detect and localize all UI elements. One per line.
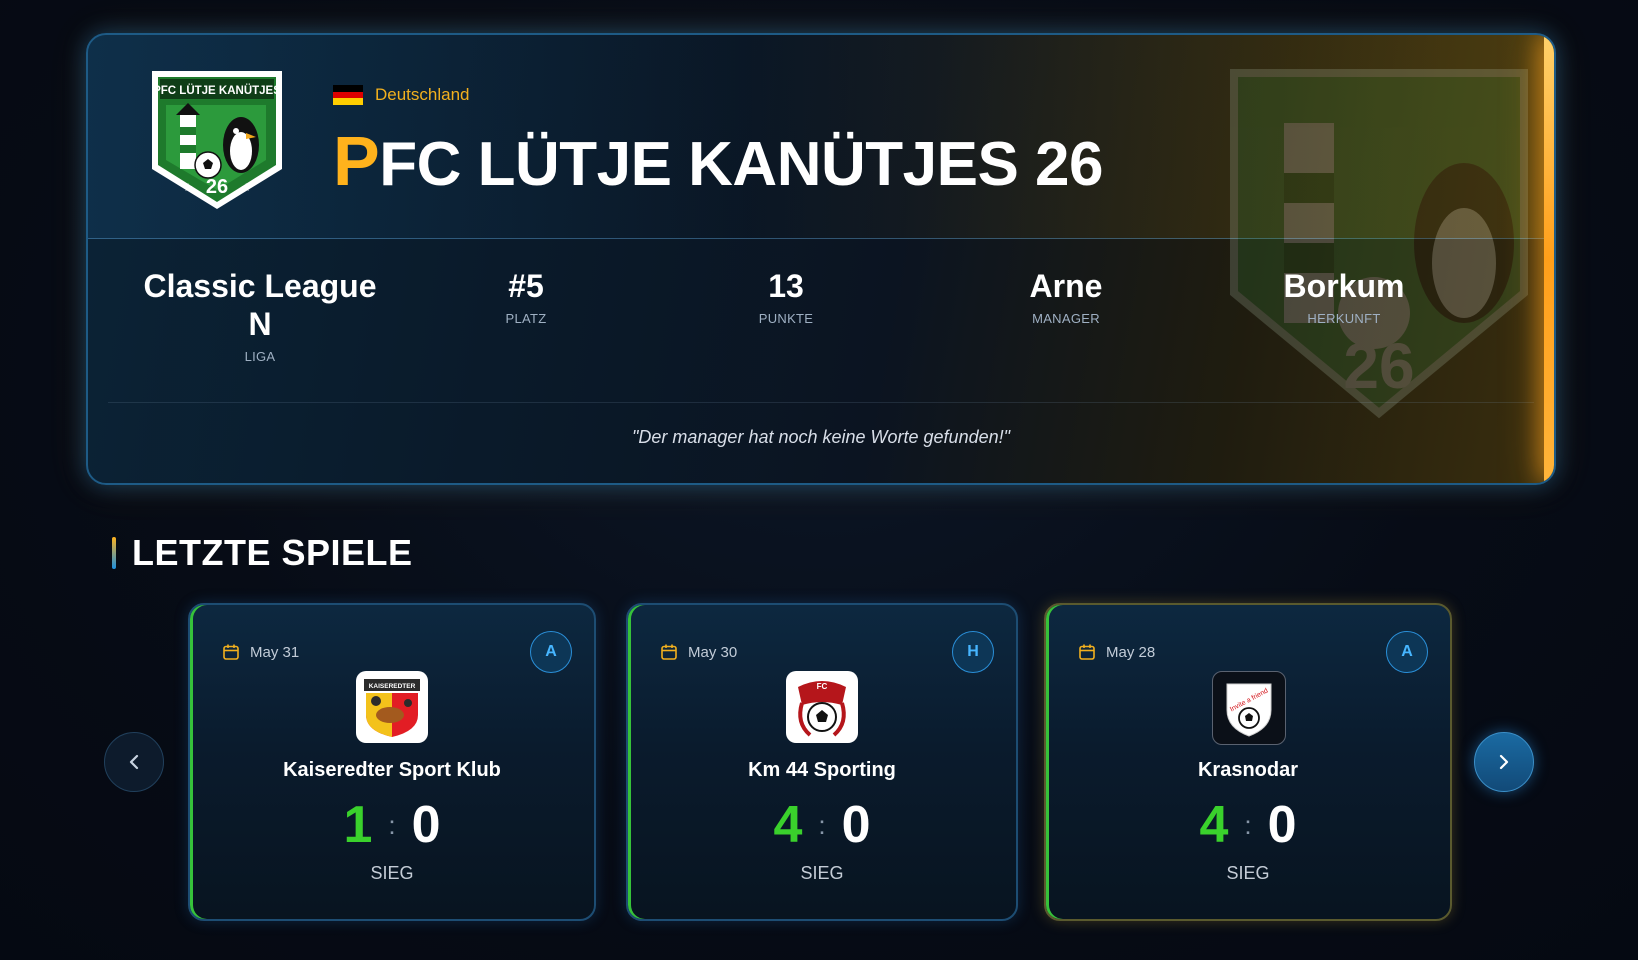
match-score: 4 : 0 bbox=[1046, 795, 1450, 855]
match-result: SIEG bbox=[1226, 863, 1270, 883]
crest-number: 26 bbox=[206, 176, 228, 198]
team-name-first-letter: P bbox=[333, 122, 380, 200]
match-header: May 31 A bbox=[222, 631, 572, 673]
match-header: May 30 H bbox=[660, 631, 994, 673]
carousel-next-button[interactable] bbox=[1474, 732, 1534, 792]
team-country: Deutschland bbox=[333, 85, 470, 106]
match-card[interactable]: May 30 H FC Km 44 Sporting 4 : 0 SIEG bbox=[626, 603, 1018, 921]
match-card[interactable]: May 28 A Invite a friend Krasnodar 4 : 0… bbox=[1044, 603, 1452, 921]
stat-value: Borkum bbox=[1283, 268, 1405, 304]
score-opponent: 0 bbox=[841, 796, 871, 854]
stat-herkunft: Borkum HERKUNFT bbox=[1244, 267, 1444, 326]
score-own: 4 bbox=[773, 796, 803, 854]
match-date-text: May 28 bbox=[1106, 643, 1156, 661]
stat-value: #5 bbox=[508, 268, 544, 304]
opponent-logo: Invite a friend bbox=[1212, 671, 1286, 745]
country-name: Deutschland bbox=[375, 85, 470, 104]
kaiseredter-logo-text: KAISEREDTER bbox=[369, 683, 416, 690]
krasnodar-crest-icon: Invite a friend bbox=[1226, 683, 1272, 737]
section-accent-bar bbox=[112, 537, 116, 569]
stat-manager: Arne MANAGER bbox=[976, 267, 1156, 326]
match-result: SIEG bbox=[370, 863, 414, 883]
team-name-rest: FC LÜTJE KANÜTJES 26 bbox=[379, 130, 1104, 199]
opponent-logo: KAISEREDTER bbox=[356, 671, 428, 743]
score-own: 1 bbox=[343, 796, 373, 854]
score-separator: : bbox=[1244, 809, 1252, 840]
stat-punkte: 13 PUNKTE bbox=[716, 267, 856, 326]
section-title: LETZTE SPIELE bbox=[112, 532, 413, 574]
match-date: May 31 bbox=[222, 643, 299, 661]
kaiseredter-crest-icon: KAISEREDTER bbox=[364, 679, 420, 737]
venue-badge: H bbox=[952, 631, 994, 673]
score-own: 4 bbox=[1199, 796, 1229, 854]
calendar-icon bbox=[1079, 644, 1095, 660]
stat-label: LIGA bbox=[244, 349, 276, 364]
score-opponent: 0 bbox=[411, 796, 441, 854]
team-card: 26 PFC LÜTJE KANÜTJES 26 ★ ★ Deutschland… bbox=[86, 33, 1556, 485]
stat-label: PUNKTE bbox=[758, 311, 814, 326]
calendar-icon bbox=[223, 644, 239, 660]
svg-text:★: ★ bbox=[241, 181, 251, 194]
score-separator: : bbox=[388, 809, 396, 840]
opponent-name: Krasnodar bbox=[1197, 759, 1299, 781]
score-opponent: 0 bbox=[1267, 796, 1297, 854]
venue-badge: A bbox=[1386, 631, 1428, 673]
chevron-right-icon bbox=[1499, 754, 1509, 770]
match-score: 1 : 0 bbox=[190, 795, 594, 855]
match-date-text: May 30 bbox=[688, 643, 738, 661]
opponent-name: Kaiseredter Sport Klub bbox=[283, 759, 501, 781]
team-crest-icon: PFC LÜTJE KANÜTJES 26 ★ ★ bbox=[152, 71, 282, 209]
germany-flag-icon bbox=[333, 85, 363, 106]
match-date-text: May 31 bbox=[250, 643, 300, 661]
stat-label: HERKUNFT bbox=[1307, 311, 1381, 326]
opponent-name: Km 44 Sporting bbox=[748, 759, 896, 781]
stat-liga: Classic League N LIGA bbox=[140, 267, 380, 364]
score-separator: : bbox=[818, 809, 826, 840]
match-date: May 28 bbox=[1078, 643, 1155, 661]
match-header: May 28 A bbox=[1078, 631, 1428, 673]
team-name: PFC LÜTJE KANÜTJES 26 bbox=[333, 121, 1104, 201]
stat-label: MANAGER bbox=[1032, 311, 1100, 326]
stat-platz: #5 PLATZ bbox=[456, 267, 596, 326]
km44-crest-icon: FC bbox=[798, 681, 846, 737]
km44-logo-text: FC bbox=[817, 682, 828, 691]
match-card[interactable]: May 31 A KAISEREDTER Kaiseredter Sport K… bbox=[188, 603, 596, 921]
calendar-icon bbox=[661, 644, 677, 660]
manager-quote: "Der manager hat noch keine Worte gefund… bbox=[632, 427, 1010, 447]
crest-text: PFC LÜTJE KANÜTJES bbox=[153, 84, 281, 97]
svg-text:★: ★ bbox=[183, 181, 193, 194]
carousel-prev-button[interactable] bbox=[104, 732, 164, 792]
match-score: 4 : 0 bbox=[628, 795, 1016, 855]
team-stats: Classic League N LIGA #5 PLATZ 13 PUNKTE… bbox=[88, 267, 1554, 387]
match-result: SIEG bbox=[800, 863, 844, 883]
stat-value: 13 bbox=[768, 268, 804, 304]
venue-badge: A bbox=[530, 631, 572, 673]
section-title-text: LETZTE SPIELE bbox=[132, 532, 413, 573]
stat-value: Arne bbox=[1029, 268, 1103, 304]
match-date: May 30 bbox=[660, 643, 737, 661]
stat-value: Classic League N bbox=[143, 268, 377, 342]
chevron-left-icon bbox=[129, 754, 139, 770]
opponent-logo: FC bbox=[786, 671, 858, 743]
stat-label: PLATZ bbox=[505, 311, 547, 326]
